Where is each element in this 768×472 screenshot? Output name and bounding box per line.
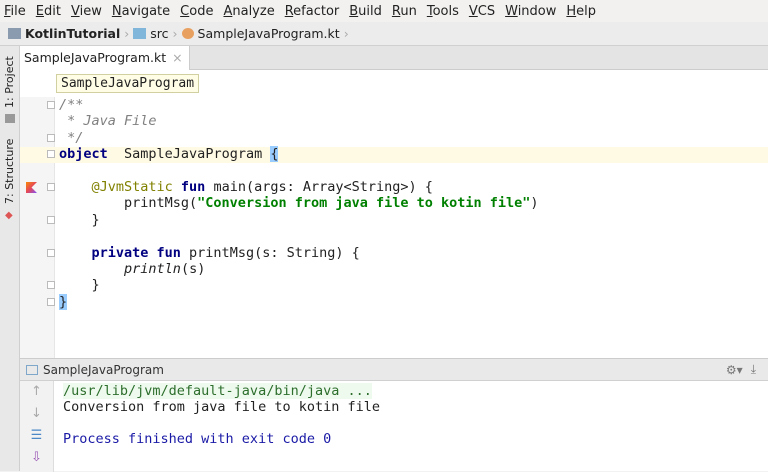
fold-marker-icon[interactable] [47, 281, 55, 290]
scroll-to-end-icon[interactable]: ⇩ [20, 447, 53, 469]
up-arrow-icon[interactable]: ↑ [20, 381, 53, 403]
console-command-line: /usr/lib/jvm/default-java/bin/java ... [63, 383, 372, 399]
code-token: { [270, 146, 279, 163]
code-token: SampleJavaProgram [107, 146, 271, 163]
run-panel: SampleJavaProgram ⚙▾ ⤓ ↑ ↓ ☰ ⇩ /usr/lib/… [20, 358, 768, 472]
breadcrumb-file[interactable]: SampleJavaProgram.kt › [181, 26, 349, 41]
code-token: } [59, 293, 68, 310]
code-token: printMsg(s: String) { [180, 244, 360, 261]
code-token: */ [59, 129, 84, 146]
left-tool-strip: 1: Project 7: Structure ◆ [0, 46, 20, 471]
code-editor[interactable]: SampleJavaProgram /** * Java File */obje… [20, 70, 768, 358]
down-arrow-icon[interactable]: ↓ [20, 403, 53, 425]
menu-analyze[interactable]: Analyze [223, 4, 274, 19]
code-line: * Java File [59, 113, 157, 130]
folder-icon [133, 28, 147, 39]
structure-icon: ◆ [5, 210, 13, 221]
code-token: * Java File [59, 113, 157, 130]
code-token: fun [172, 179, 206, 195]
code-token: } [59, 211, 100, 228]
run-tab-title[interactable]: SampleJavaProgram [43, 363, 164, 377]
menu-bar: File Edit View Navigate Code Analyze Refactor B… [0, 0, 768, 22]
code-token: main(args: Array<String>) { [205, 179, 433, 195]
project-tool-tab[interactable]: 1: Project [3, 56, 16, 108]
menu-build[interactable]: Build [349, 4, 382, 19]
code-token: printMsg( [59, 195, 198, 212]
code-token: @JvmStatic [91, 179, 173, 195]
fold-marker-icon[interactable] [47, 101, 55, 109]
code-token: } [59, 277, 100, 294]
code-line: println(s) [59, 261, 205, 277]
project-folder-icon [8, 28, 21, 39]
breadcrumb-project[interactable]: KotlinTutorial › [8, 26, 129, 41]
fold-marker-icon[interactable] [47, 248, 55, 257]
menu-file[interactable]: File [4, 4, 26, 19]
code-token: object [59, 146, 108, 163]
fold-marker-icon[interactable] [47, 215, 55, 224]
code-line: @JvmStatic fun main(args: Array<String>)… [59, 179, 433, 195]
code-token: "Conversion from java file to kotin file… [197, 195, 531, 212]
code-token: println [124, 261, 181, 277]
soft-wrap-icon[interactable]: ☰ [20, 425, 53, 447]
menu-code[interactable]: Code [180, 4, 213, 19]
menu-window[interactable]: Window [505, 4, 556, 19]
code-line: } [59, 212, 100, 228]
close-tab-icon[interactable]: × [172, 50, 182, 65]
structure-tool-tab[interactable]: 7: Structure [3, 139, 16, 204]
navigation-bar: KotlinTutorial › src › SampleJavaProgram.k… [0, 22, 768, 46]
code-line: object SampleJavaProgram { [59, 146, 279, 163]
code-line: } [59, 293, 68, 310]
code-line: */ [59, 130, 83, 146]
run-panel-header: SampleJavaProgram ⚙▾ ⤓ [20, 359, 768, 381]
code-token: private fun [91, 244, 181, 261]
menu-help[interactable]: Help [566, 4, 596, 19]
menu-navigate[interactable]: Navigate [112, 4, 170, 19]
kotlin-file-icon [181, 28, 194, 39]
menu-view[interactable]: View [71, 4, 102, 19]
menu-tools[interactable]: Tools [427, 4, 459, 19]
code-token: ) [530, 195, 539, 212]
menu-edit[interactable]: Edit [36, 4, 61, 19]
project-icon [5, 114, 15, 123]
code-line: /** [59, 97, 83, 113]
run-toolbar: ↑ ↓ ☰ ⇩ [20, 381, 54, 472]
console-output-line: Conversion from java file to kotin file [63, 399, 380, 415]
hide-panel-icon[interactable]: ⤓ [751, 362, 756, 377]
code-line: } [59, 277, 100, 293]
run-config-icon [26, 364, 38, 375]
settings-gear-icon[interactable]: ⚙▾ [726, 363, 743, 377]
console-exit-line: Process finished with exit code 0 [63, 431, 332, 447]
fold-marker-icon[interactable] [47, 150, 55, 159]
code-breadcrumb[interactable]: SampleJavaProgram [56, 74, 200, 93]
tab-samplejavaprogram-kt[interactable]: SampleJavaProgram.kt × [20, 46, 190, 70]
editor-tabs: SampleJavaProgram.kt × [20, 46, 768, 70]
menu-vcs[interactable]: VCS [469, 4, 495, 19]
fold-marker-icon[interactable] [47, 183, 55, 191]
code-line: printMsg("Conversion from java file to k… [59, 195, 539, 211]
code-token: /** [59, 97, 84, 113]
fold-marker-icon[interactable] [47, 133, 55, 142]
code-line: private fun printMsg(s: String) { [59, 245, 360, 261]
fold-marker-icon[interactable] [47, 297, 55, 306]
code-token: (s) [180, 261, 206, 277]
menu-refactor[interactable]: Refactor [285, 4, 340, 19]
menu-run[interactable]: Run [392, 4, 417, 19]
breadcrumb-folder[interactable]: src › [133, 26, 178, 41]
